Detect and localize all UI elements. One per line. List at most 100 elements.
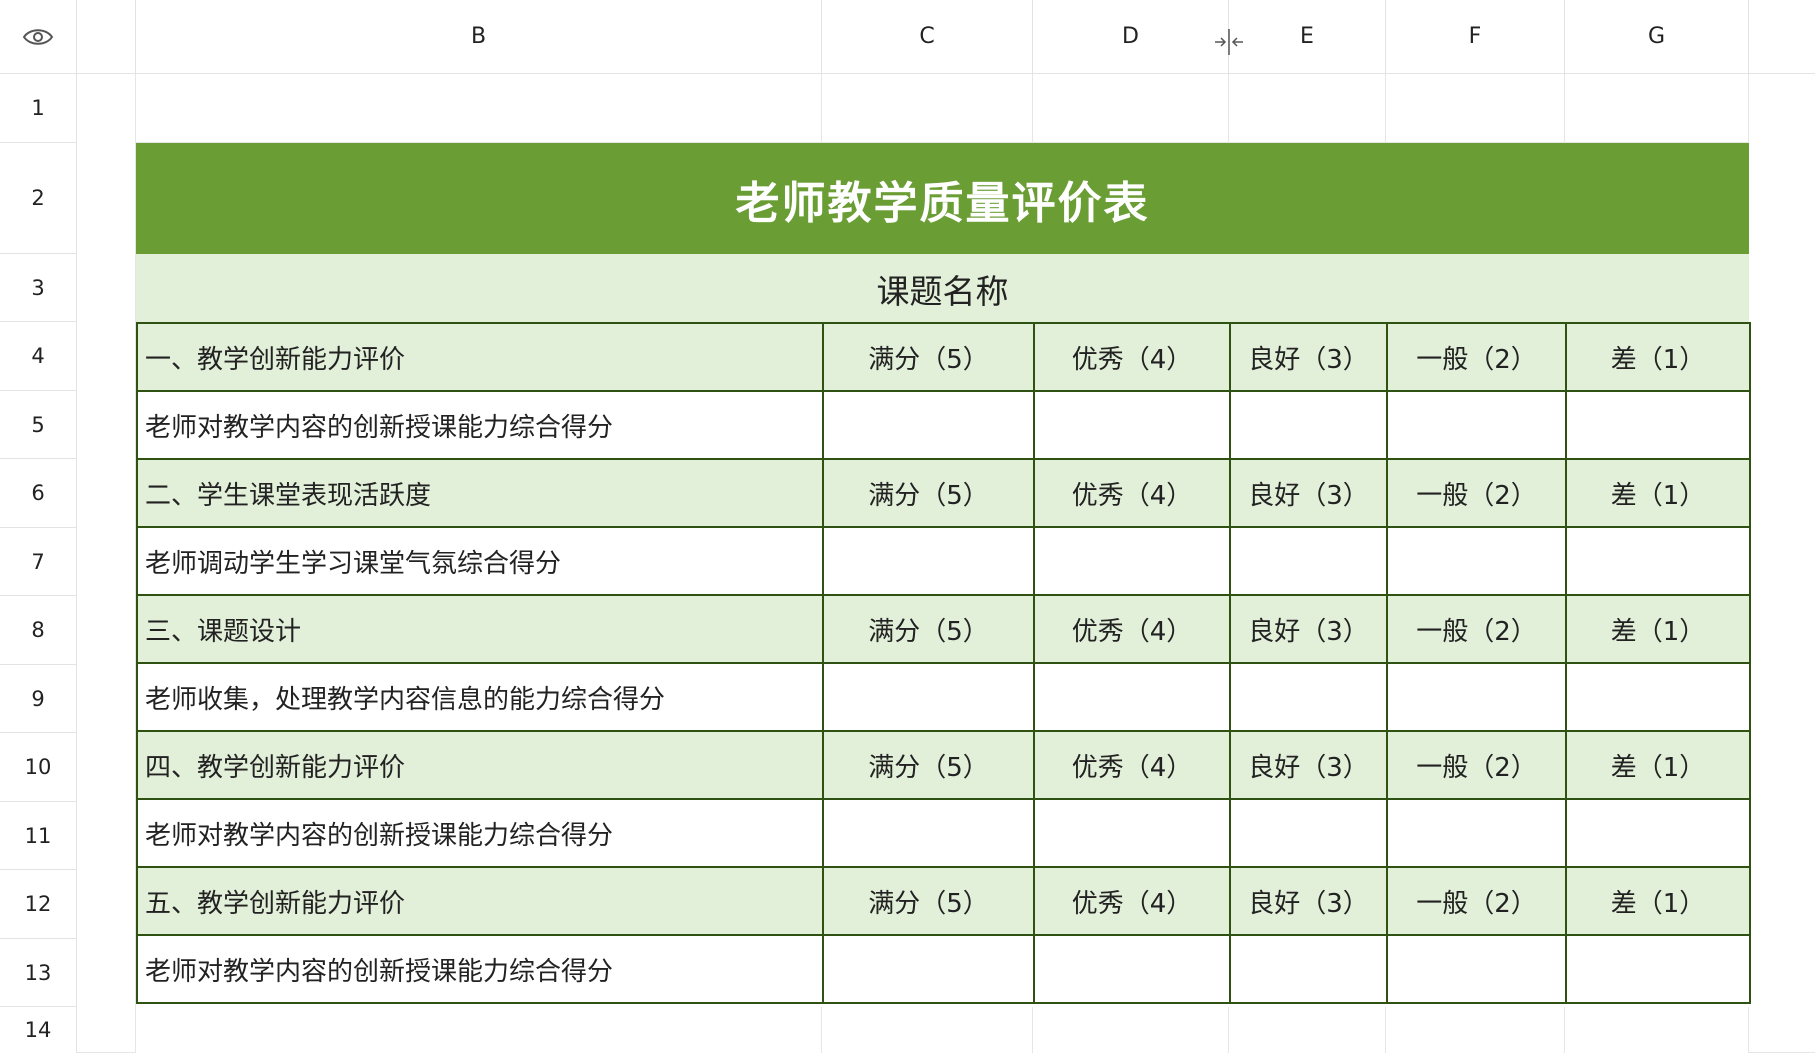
cell-g14[interactable]: [1565, 1007, 1749, 1053]
option-poor-cell[interactable]: 差（1）: [1565, 866, 1751, 936]
column-header-f[interactable]: F: [1386, 0, 1565, 74]
column-resize-icon[interactable]: [1213, 27, 1245, 57]
option-full-cell[interactable]: 满分（5）: [822, 322, 1035, 392]
row-header-13[interactable]: 13: [0, 939, 77, 1007]
option-average-cell[interactable]: 一般（2）: [1386, 594, 1567, 664]
score-cell[interactable]: [1033, 662, 1231, 732]
option-excellent-cell[interactable]: 优秀（4）: [1033, 322, 1231, 392]
option-poor-cell[interactable]: 差（1）: [1565, 322, 1751, 392]
cell-b14[interactable]: [136, 1007, 822, 1053]
column-header-b[interactable]: B: [136, 0, 822, 74]
score-cell[interactable]: [1229, 390, 1388, 460]
score-cell[interactable]: [1229, 662, 1388, 732]
score-cell[interactable]: [1565, 526, 1751, 596]
option-average-cell[interactable]: 一般（2）: [1386, 458, 1567, 528]
row-header-6[interactable]: 6: [0, 459, 77, 528]
cell-b1[interactable]: [136, 74, 822, 143]
option-poor-cell[interactable]: 差（1）: [1565, 730, 1751, 800]
cell-f1[interactable]: [1386, 74, 1565, 143]
score-cell[interactable]: [1386, 798, 1567, 868]
option-average-cell[interactable]: 一般（2）: [1386, 730, 1567, 800]
option-excellent-cell[interactable]: 优秀（4）: [1033, 594, 1231, 664]
score-cell[interactable]: [1033, 934, 1231, 1004]
option-poor-cell[interactable]: 差（1）: [1565, 594, 1751, 664]
option-excellent-cell[interactable]: 优秀（4）: [1033, 866, 1231, 936]
column-h-cells[interactable]: [1749, 74, 1815, 1053]
score-cell[interactable]: [1386, 662, 1567, 732]
score-cell[interactable]: [1229, 798, 1388, 868]
column-header-g[interactable]: G: [1565, 0, 1749, 74]
cell-d14[interactable]: [1033, 1007, 1229, 1053]
score-cell[interactable]: [1033, 798, 1231, 868]
score-cell[interactable]: [1565, 662, 1751, 732]
option-poor-cell[interactable]: 差（1）: [1565, 458, 1751, 528]
row-header-3[interactable]: 3: [0, 254, 77, 322]
score-cell[interactable]: [822, 526, 1035, 596]
cell-c1[interactable]: [822, 74, 1033, 143]
score-cell[interactable]: [1565, 934, 1751, 1004]
row-header-9[interactable]: 9: [0, 665, 77, 733]
cell-d1[interactable]: [1033, 74, 1229, 143]
option-full-cell[interactable]: 满分（5）: [822, 594, 1035, 664]
column-a-cells[interactable]: [77, 74, 136, 1053]
row-header-8[interactable]: 8: [0, 596, 77, 665]
option-excellent-cell[interactable]: 优秀（4）: [1033, 458, 1231, 528]
option-good-cell[interactable]: 良好（3）: [1229, 322, 1388, 392]
row-header-4[interactable]: 4: [0, 322, 77, 391]
option-full-cell[interactable]: 满分（5）: [822, 730, 1035, 800]
row-header-5[interactable]: 5: [0, 391, 77, 459]
criterion-cell[interactable]: 老师对教学内容的创新授课能力综合得分: [136, 798, 824, 868]
criterion-cell[interactable]: 老师对教学内容的创新授课能力综合得分: [136, 390, 824, 460]
option-excellent-cell[interactable]: 优秀（4）: [1033, 730, 1231, 800]
option-full-cell[interactable]: 满分（5）: [822, 866, 1035, 936]
section-title-cell[interactable]: 三、课题设计: [136, 594, 824, 664]
row-header-11[interactable]: 11: [0, 802, 77, 870]
option-average-cell[interactable]: 一般（2）: [1386, 322, 1567, 392]
option-good-cell[interactable]: 良好（3）: [1229, 458, 1388, 528]
cell-g1[interactable]: [1565, 74, 1749, 143]
score-cell[interactable]: [1386, 526, 1567, 596]
topic-name-cell[interactable]: 课题名称: [136, 254, 1749, 323]
row-header-7[interactable]: 7: [0, 528, 77, 596]
sheet-title-cell[interactable]: 老师教学质量评价表: [136, 143, 1749, 254]
section-title-cell[interactable]: 二、学生课堂表现活跃度: [136, 458, 824, 528]
score-cell[interactable]: [822, 662, 1035, 732]
section-title-cell[interactable]: 四、教学创新能力评价: [136, 730, 824, 800]
column-header-e[interactable]: E: [1229, 0, 1386, 74]
option-average-cell[interactable]: 一般（2）: [1386, 866, 1567, 936]
criterion-cell[interactable]: 老师对教学内容的创新授课能力综合得分: [136, 934, 824, 1004]
score-cell[interactable]: [1033, 390, 1231, 460]
score-cell[interactable]: [1229, 934, 1388, 1004]
score-cell[interactable]: [1386, 934, 1567, 1004]
score-cell[interactable]: [1386, 390, 1567, 460]
row-header-10[interactable]: 10: [0, 733, 77, 802]
section-title-cell[interactable]: 一、教学创新能力评价: [136, 322, 824, 392]
option-good-cell[interactable]: 良好（3）: [1229, 594, 1388, 664]
section-title-cell[interactable]: 五、教学创新能力评价: [136, 866, 824, 936]
criterion-cell[interactable]: 老师调动学生学习课堂气氛综合得分: [136, 526, 824, 596]
cell-e14[interactable]: [1229, 1007, 1386, 1053]
cell-c14[interactable]: [822, 1007, 1033, 1053]
select-all-corner[interactable]: [0, 0, 77, 74]
option-good-cell[interactable]: 良好（3）: [1229, 866, 1388, 936]
row-header-12[interactable]: 12: [0, 870, 77, 939]
row-header-1[interactable]: 1: [0, 74, 77, 143]
eye-icon[interactable]: [22, 26, 54, 48]
row-header-2[interactable]: 2: [0, 143, 77, 254]
score-cell[interactable]: [1565, 390, 1751, 460]
score-cell[interactable]: [822, 798, 1035, 868]
score-cell[interactable]: [822, 390, 1035, 460]
score-cell[interactable]: [1229, 526, 1388, 596]
column-header-h[interactable]: [1749, 0, 1815, 74]
column-header-c[interactable]: C: [822, 0, 1033, 74]
column-header-a[interactable]: [77, 0, 136, 74]
column-header-d[interactable]: D: [1033, 0, 1229, 74]
criterion-cell[interactable]: 老师收集，处理教学内容信息的能力综合得分: [136, 662, 824, 732]
option-full-cell[interactable]: 满分（5）: [822, 458, 1035, 528]
score-cell[interactable]: [1033, 526, 1231, 596]
cell-e1[interactable]: [1229, 74, 1386, 143]
cell-f14[interactable]: [1386, 1007, 1565, 1053]
row-header-14[interactable]: 14: [0, 1007, 77, 1053]
option-good-cell[interactable]: 良好（3）: [1229, 730, 1388, 800]
score-cell[interactable]: [1565, 798, 1751, 868]
